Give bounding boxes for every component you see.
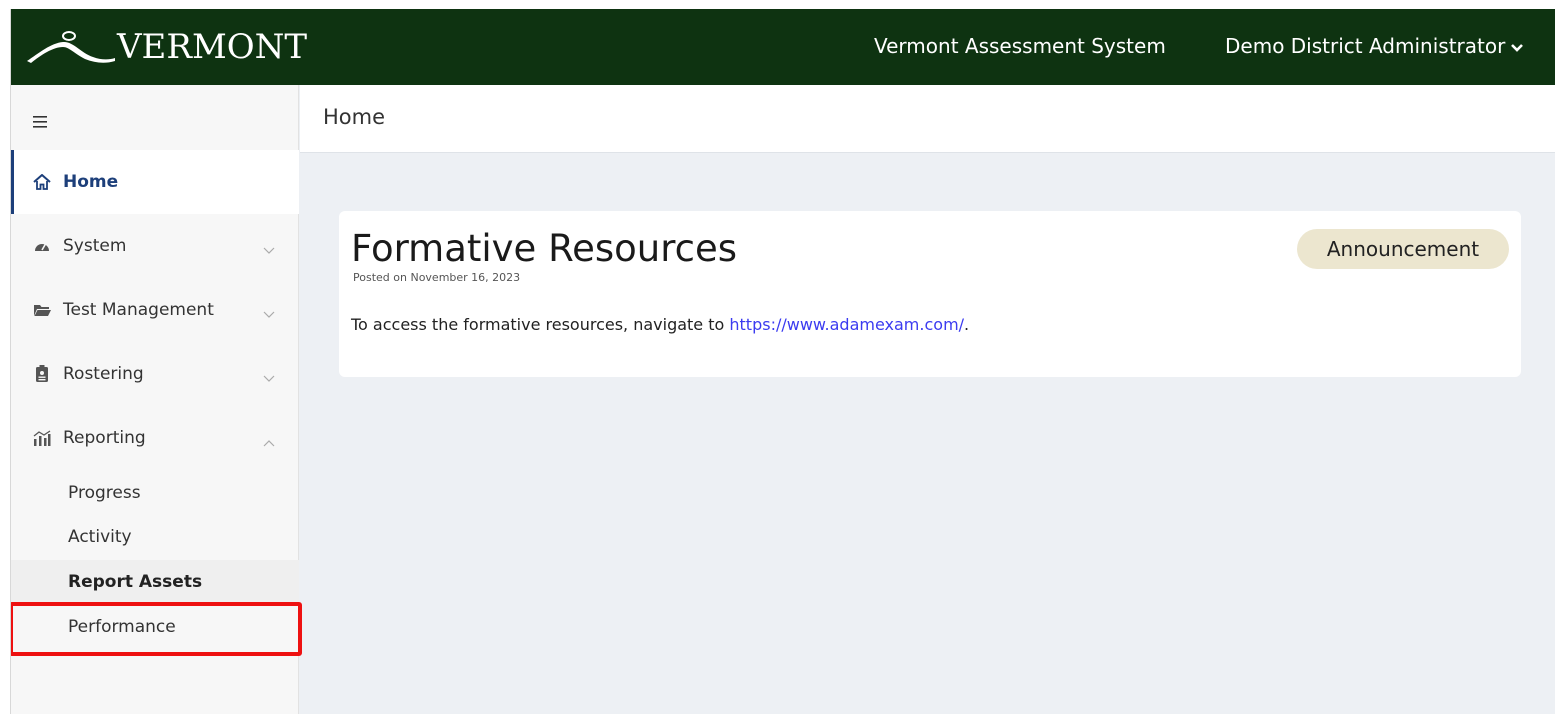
logo-text: VERMONT (117, 27, 308, 67)
chevron-down-icon (263, 368, 275, 388)
announcement-card: Formative Resources Posted on November 1… (339, 211, 1521, 377)
system-title: Vermont Assessment System (874, 34, 1166, 58)
announcement-badge: Announcement (1297, 229, 1509, 269)
sidebar-item-home[interactable]: Home (11, 150, 299, 214)
sidebar-item-label: Rostering (63, 364, 144, 384)
sidebar-item-reporting[interactable]: Reporting (11, 406, 299, 470)
body-text: To access the formative resources, navig… (351, 315, 730, 334)
sidebar-item-label: Test Management (63, 300, 214, 320)
sidebar-item-label: Home (63, 172, 119, 192)
chevron-up-icon (263, 432, 275, 452)
body-suffix: . (964, 315, 970, 334)
announcement-title: Formative Resources (351, 227, 738, 270)
performance-highlight-box (11, 602, 302, 656)
sidebar-item-system[interactable]: System (11, 214, 299, 278)
user-name: Demo District Administrator (1225, 34, 1506, 58)
home-icon (33, 173, 51, 191)
announcement-body: To access the formative resources, navig… (351, 315, 969, 334)
sidebar-subitem-report-assets[interactable]: Report Assets (11, 560, 299, 604)
chevron-down-icon (1511, 33, 1524, 59)
gauge-icon (33, 237, 51, 255)
sidebar-item-test-management[interactable]: Test Management (11, 278, 299, 342)
formative-resources-link[interactable]: https://www.adamexam.com/ (729, 315, 964, 334)
app-frame: VERMONT Vermont Assessment System Demo D… (10, 9, 1555, 714)
breadcrumb: Home (323, 105, 386, 129)
breadcrumb-bar: Home (300, 85, 1555, 153)
chevron-down-icon (263, 240, 275, 260)
chart-icon (33, 429, 51, 447)
mountain-logo-icon (27, 31, 115, 63)
id-badge-icon (33, 365, 51, 383)
hamburger-icon[interactable] (33, 112, 49, 132)
sidebar-item-label: System (63, 236, 127, 256)
sidebar-subitem-progress[interactable]: Progress (11, 471, 299, 515)
user-menu[interactable]: Demo District Administrator (1225, 33, 1524, 59)
vermont-logo[interactable]: VERMONT (25, 19, 307, 75)
announcement-date: Posted on November 16, 2023 (353, 271, 521, 284)
chevron-down-icon (263, 304, 275, 324)
folder-icon (33, 301, 51, 319)
sidebar-item-label: Reporting (63, 428, 146, 448)
sidebar-item-rostering[interactable]: Rostering (11, 342, 299, 406)
sidebar: Home System Test Management Rostering Re… (11, 85, 302, 714)
sidebar-subitem-activity[interactable]: Activity (11, 515, 299, 559)
top-bar: VERMONT Vermont Assessment System Demo D… (11, 9, 1555, 85)
